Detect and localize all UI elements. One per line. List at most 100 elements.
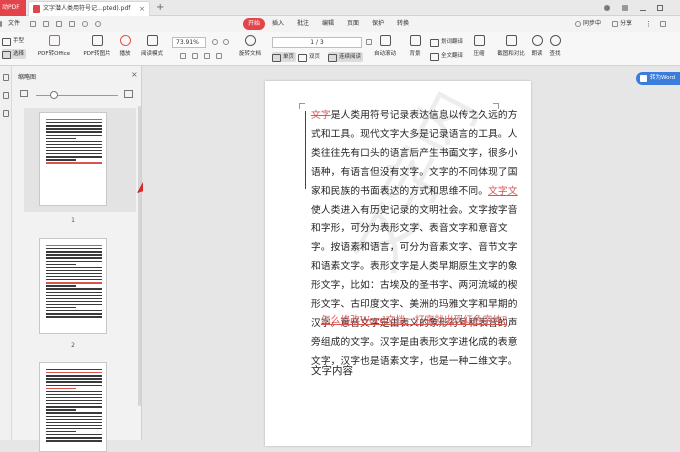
menu-protect[interactable]: 保护 [372, 16, 384, 32]
page-thumbnail-3[interactable] [39, 362, 107, 452]
thumbnail-text-line [46, 369, 102, 371]
actual-size-icon[interactable] [204, 53, 210, 59]
menu-insert[interactable]: 插入 [272, 16, 284, 32]
bookmark-icon[interactable] [3, 92, 9, 99]
thumbnail-text-line [46, 245, 102, 247]
menu-page[interactable]: 页面 [347, 16, 359, 32]
thumbnail-text-line [46, 282, 102, 284]
single-page-button[interactable]: 单页 [272, 52, 297, 62]
page-thumbnail-2[interactable] [39, 238, 107, 334]
double-page-button[interactable]: 双页 [298, 52, 320, 62]
menu-icon[interactable] [0, 21, 2, 27]
slider-handle[interactable] [50, 91, 59, 99]
thumbnail-text-line [46, 406, 102, 408]
red-underlined-text[interactable]: 怎么修改Word文档一打字就出现红色字体? [321, 312, 507, 326]
play-button[interactable]: 播放 [116, 35, 134, 57]
page-thumbnail-1[interactable] [39, 112, 107, 206]
word-translate-button[interactable]: 划词翻译 [430, 37, 463, 47]
book-icon [146, 35, 158, 46]
collapse-ribbon-icon[interactable] [660, 21, 666, 27]
thumbnail-text-line [46, 393, 102, 396]
select-tool-button[interactable]: 选择 [2, 49, 27, 59]
pdf-file-icon [33, 5, 40, 13]
redo-icon[interactable] [95, 21, 101, 27]
thumbnail-panel-icon[interactable] [3, 74, 9, 81]
convert-to-word-button[interactable]: 转为Word [636, 72, 680, 85]
close-panel-icon[interactable]: × [131, 70, 138, 79]
search-icon [549, 35, 561, 46]
page-corner-mark [299, 103, 305, 109]
page-number-input[interactable]: 1 / 3 [272, 37, 362, 48]
inserted-text: 文字文 [488, 185, 518, 197]
document-body-text[interactable]: 文字是人类用符号记录表达信息以传之久远的方式和工具。现代文字大多是记录语言的工具… [311, 107, 523, 372]
thumbnail-text-line [46, 403, 102, 405]
thumbnail-text-line [46, 431, 76, 433]
read-aloud-button[interactable]: 朗读 [528, 35, 546, 57]
thumbnail-text-line [46, 307, 76, 309]
background-button[interactable]: 背景 [404, 35, 426, 57]
menu-convert[interactable]: 转换 [397, 16, 409, 32]
large-thumbnail-icon[interactable] [124, 90, 133, 98]
full-translate-button[interactable]: 全文翻译 [430, 51, 463, 61]
thumbnail-text-line [46, 266, 102, 269]
compress-button[interactable]: 压缩 [470, 35, 488, 57]
document-tab[interactable]: 文字潜人类用符号记...pted).pdf × [28, 1, 150, 16]
thumbnail-text-line [46, 143, 102, 146]
auto-scroll-button[interactable]: 自动滚动 [370, 35, 400, 57]
skin-icon[interactable] [622, 5, 628, 11]
print-preview-icon[interactable] [69, 21, 75, 27]
avatar[interactable] [604, 5, 610, 11]
small-thumbnail-icon[interactable] [20, 90, 28, 97]
hand-tool-button[interactable]: 手型 [2, 36, 24, 46]
close-tab-icon[interactable]: × [139, 2, 145, 16]
read-mode-button[interactable]: 阅读模式 [138, 35, 166, 57]
pdf-to-image-button[interactable]: PDF转图片 [80, 35, 114, 57]
menu-annotate[interactable]: 批注 [297, 16, 309, 32]
thumbnail-text-line [46, 437, 102, 439]
app-tab[interactable]: 动PDF [0, 0, 26, 16]
sync-status[interactable]: 同步中 [583, 16, 601, 32]
thumbnail-text-line [46, 412, 102, 414]
thumbnail-size-slider[interactable] [36, 95, 118, 96]
zoom-in-icon[interactable] [223, 39, 229, 45]
more-icon[interactable]: ⋮ [645, 16, 652, 32]
fit-width-icon[interactable] [180, 53, 186, 59]
undo-icon[interactable] [82, 21, 88, 27]
menu-start[interactable]: 开始 [243, 18, 265, 30]
thumbnail-text-line [46, 257, 102, 259]
thumbnail-text-line [46, 381, 102, 383]
find-button[interactable]: 查找 [546, 35, 564, 57]
open-icon[interactable] [30, 21, 36, 27]
thumbnail-text-line [46, 291, 102, 293]
thumbnail-text-line [46, 251, 102, 253]
ocr-icon[interactable] [216, 53, 222, 59]
maximize-icon[interactable] [657, 5, 663, 11]
thumbnail-text-line [46, 119, 102, 121]
thumbnail-text-line [46, 260, 102, 262]
share-button[interactable]: 分享 [620, 16, 632, 32]
print-icon[interactable] [56, 21, 62, 27]
scissors-icon [505, 35, 517, 46]
menu-file[interactable]: 文件 [8, 16, 20, 32]
fit-page-icon[interactable] [192, 53, 198, 59]
add-tab-icon[interactable]: + [156, 0, 164, 16]
zoom-out-icon[interactable] [212, 39, 218, 45]
thumbnail-text-line [46, 434, 102, 436]
menu-edit[interactable]: 编辑 [322, 16, 334, 32]
save-icon[interactable] [43, 21, 49, 27]
screenshot-compare-button[interactable]: 截图和对比 [494, 35, 528, 57]
thumbnail-text-line [46, 310, 102, 312]
pdf-to-office-button[interactable]: PDF转Office [34, 35, 74, 57]
document-tab-label: 文字潜人类用符号记...pted).pdf [43, 5, 131, 12]
zoom-input[interactable]: 73.91% [172, 37, 206, 48]
share-icon [612, 21, 618, 27]
minimize-icon[interactable] [640, 5, 646, 11]
thumbnail-text-line [46, 421, 102, 424]
rotate-document-button[interactable]: 旋转文档 [236, 35, 264, 57]
thumbnail-text-line [46, 297, 102, 300]
continuous-read-button[interactable]: 连续阅读 [328, 52, 364, 62]
pdf-to-office-icon [48, 35, 60, 46]
thumbnail-text-line [46, 134, 102, 136]
play-icon [119, 35, 131, 46]
search-panel-icon[interactable] [3, 110, 9, 117]
